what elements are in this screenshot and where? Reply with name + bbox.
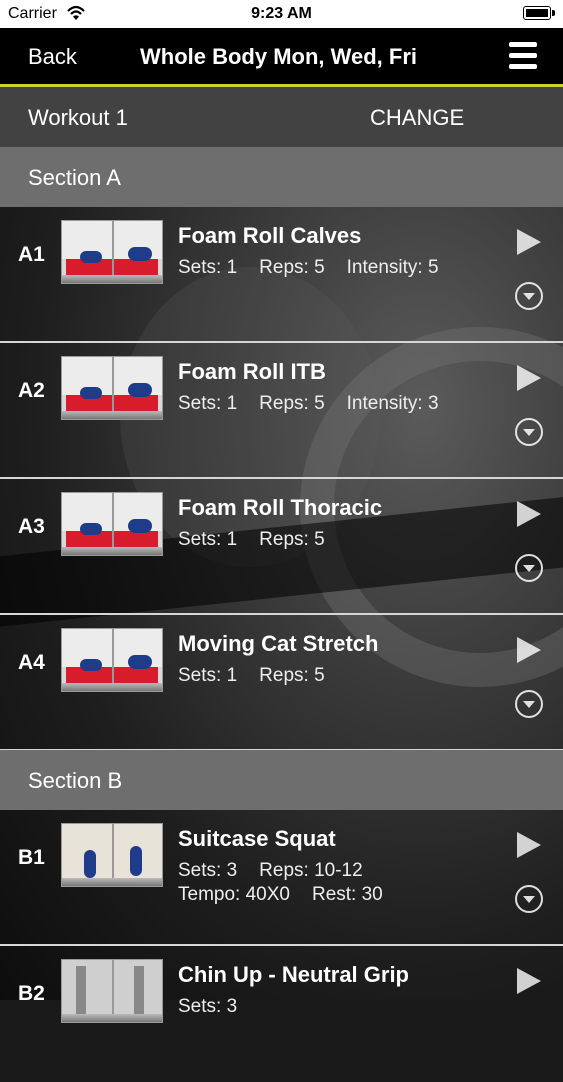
play-icon[interactable] <box>517 637 541 663</box>
exercise-thumbnail[interactable] <box>61 823 163 887</box>
exercise-name: Chin Up - Neutral Grip <box>178 962 409 987</box>
exercise-stats-extra: Tempo: 40X0 Rest: 30 <box>178 884 383 905</box>
exercise-stats: Sets: 3 <box>178 996 238 1017</box>
exercise-row[interactable]: A3 Foam Roll Thoracic Sets: 1 Reps: 5 <box>0 479 563 615</box>
exercise-code: A2 <box>18 379 45 402</box>
exercise-thumbnail[interactable] <box>61 959 163 1023</box>
expand-icon[interactable] <box>515 690 543 718</box>
play-icon[interactable] <box>517 365 541 391</box>
section-header-a: Section A <box>0 147 563 207</box>
exercise-code: A1 <box>18 243 45 266</box>
exercise-thumbnail[interactable] <box>61 492 163 556</box>
exercise-row[interactable]: B2 Chin Up - Neutral Grip Sets: 3 <box>0 946 563 1082</box>
play-icon[interactable] <box>517 229 541 255</box>
exercise-code: B2 <box>18 982 45 1005</box>
play-icon[interactable] <box>517 832 541 858</box>
exercise-name: Foam Roll Calves <box>178 223 362 248</box>
section-header-b: Section B <box>0 750 563 810</box>
expand-icon[interactable] <box>515 554 543 582</box>
workout-label: Workout 1 <box>28 105 128 130</box>
workout-selector: Workout 1 CHANGE <box>0 87 563 147</box>
status-bar: Carrier 9:23 AM <box>0 0 563 28</box>
exercise-code: B1 <box>18 846 45 869</box>
exercise-name: Foam Roll ITB <box>178 359 326 384</box>
exercise-stats: Sets: 1 Reps: 5 Intensity: 3 <box>178 393 439 414</box>
exercise-row[interactable]: A2 Foam Roll ITB Sets: 1 Reps: 5 Intensity… <box>0 343 563 479</box>
exercise-stats: Sets: 3 Reps: 10-12 <box>178 860 363 881</box>
section-label: Section A <box>28 165 121 190</box>
play-icon[interactable] <box>517 501 541 527</box>
expand-icon[interactable] <box>515 885 543 913</box>
section-label: Section B <box>28 768 123 793</box>
exercise-thumbnail[interactable] <box>61 628 163 692</box>
page-title: Whole Body Mon, Wed, Fri <box>140 44 418 69</box>
expand-icon[interactable] <box>515 418 543 446</box>
exercise-name: Moving Cat Stretch <box>178 631 379 656</box>
menu-icon[interactable] <box>509 42 537 69</box>
exercise-name: Suitcase Squat <box>178 826 336 851</box>
exercise-stats: Sets: 1 Reps: 5 <box>178 665 325 686</box>
battery-icon <box>523 6 555 20</box>
exercise-row[interactable]: A1 Foam Roll Calves Sets: 1 Reps: 5 Intens… <box>0 207 563 343</box>
exercise-stats: Sets: 1 Reps: 5 <box>178 529 325 550</box>
navigation-bar: Back Whole Body Mon, Wed, Fri <box>0 28 563 87</box>
exercise-thumbnail[interactable] <box>61 220 163 284</box>
exercise-code: A4 <box>18 651 45 674</box>
clock: 9:23 AM <box>251 5 312 22</box>
play-icon[interactable] <box>517 968 541 994</box>
expand-icon[interactable] <box>515 282 543 310</box>
exercise-stats: Sets: 1 Reps: 5 Intensity: 5 <box>178 257 439 278</box>
back-button[interactable]: Back <box>28 44 77 70</box>
exercise-thumbnail[interactable] <box>61 356 163 420</box>
exercise-code: A3 <box>18 515 45 538</box>
exercise-row[interactable]: B1 Suitcase Squat Sets: 3 Reps: 10-12 Tem… <box>0 810 563 946</box>
exercise-row[interactable]: A4 Moving Cat Stretch Sets: 1 Reps: 5 <box>0 615 563 751</box>
exercise-name: Foam Roll Thoracic <box>178 495 383 520</box>
change-button[interactable]: CHANGE <box>370 105 464 131</box>
